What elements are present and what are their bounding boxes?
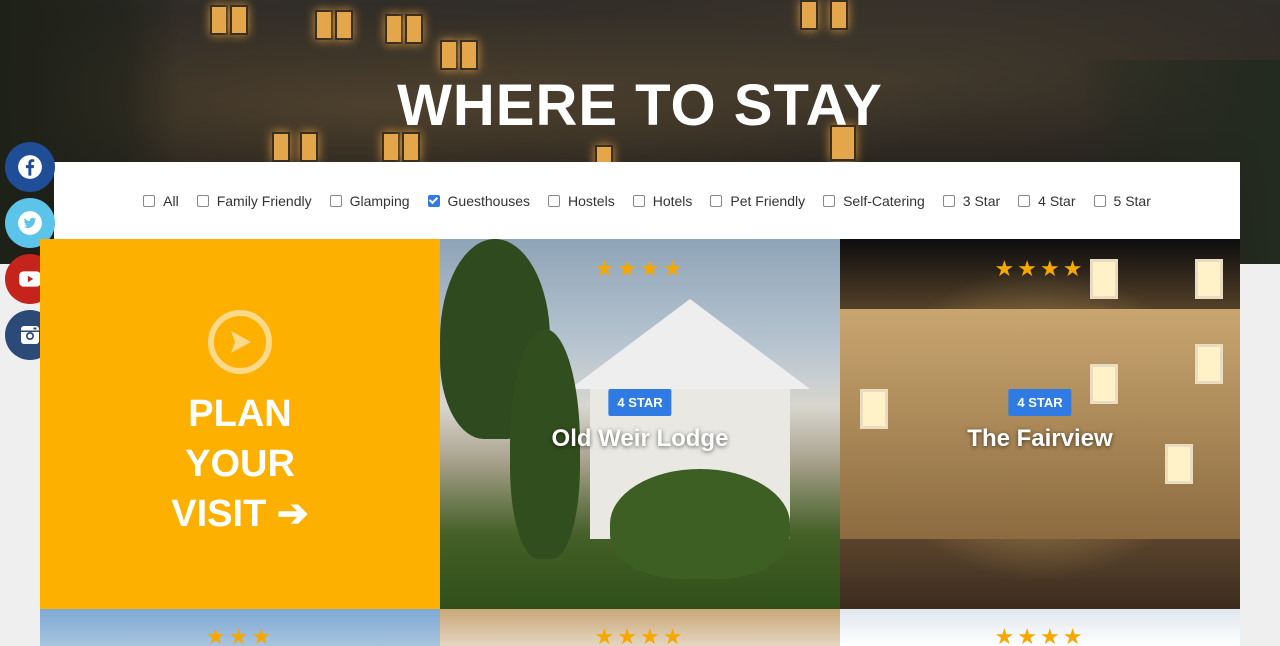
star-rating: ★★★★ bbox=[994, 625, 1086, 646]
star-badge: 4 STAR bbox=[608, 389, 672, 416]
filter-checkbox[interactable] bbox=[1093, 194, 1106, 207]
accommodation-card[interactable]: ★★★★ bbox=[440, 609, 840, 646]
filter-label: Hostels bbox=[568, 192, 615, 209]
filter-guesthouses[interactable]: Guesthouses bbox=[427, 192, 531, 209]
filter-checkbox[interactable] bbox=[823, 194, 836, 207]
star-rating: ★★★ bbox=[205, 625, 275, 646]
filter-family-friendly[interactable]: Family Friendly bbox=[196, 192, 312, 209]
arrow-right-icon: ➔ bbox=[276, 493, 309, 535]
card-title[interactable]: The Fairview bbox=[840, 425, 1240, 453]
facebook-link[interactable] bbox=[5, 142, 55, 192]
filter-label: Self-Catering bbox=[843, 192, 925, 209]
filter-checkbox[interactable] bbox=[143, 194, 156, 207]
accommodation-card[interactable]: ★★★★ bbox=[840, 609, 1240, 646]
filter-self-catering[interactable]: Self-Catering bbox=[823, 193, 925, 209]
filter-glamping[interactable]: Glamping bbox=[329, 192, 410, 209]
plan-visit-text: VISIT bbox=[171, 493, 267, 535]
filter-bar: All Family Friendly Glamping Guesthouses Hos… bbox=[54, 162, 1240, 239]
plan-line-2: YOUR bbox=[185, 443, 295, 485]
building-window bbox=[1090, 364, 1118, 404]
hero-window bbox=[210, 5, 228, 35]
building-window bbox=[1195, 344, 1223, 384]
star-badge: 4 STAR bbox=[1008, 389, 1072, 416]
star-rating: ★★★★ bbox=[594, 257, 686, 282]
filter-all[interactable]: All bbox=[143, 193, 179, 209]
filter-checkbox[interactable] bbox=[942, 194, 955, 207]
hero-window bbox=[440, 40, 458, 70]
hero-window bbox=[800, 0, 818, 30]
filter-4-star[interactable]: 4 Star bbox=[1018, 192, 1076, 209]
filter-label: All bbox=[163, 192, 179, 209]
filter-checkbox[interactable] bbox=[710, 194, 723, 207]
hero-window bbox=[315, 10, 333, 40]
filter-checkbox[interactable] bbox=[196, 194, 209, 207]
accommodation-card[interactable]: ★★★ bbox=[40, 609, 440, 646]
hero-window bbox=[335, 10, 353, 40]
building-window bbox=[860, 389, 888, 429]
plan-your-visit-tile[interactable]: PLAN YOUR VISIT ➔ bbox=[40, 239, 440, 609]
tree bbox=[610, 469, 790, 579]
filter-label: Hotels bbox=[652, 192, 693, 209]
filter-checkbox[interactable] bbox=[1018, 194, 1031, 207]
hero-window bbox=[405, 14, 423, 44]
filter-label: Family Friendly bbox=[216, 192, 312, 209]
filter-checkbox[interactable] bbox=[548, 194, 561, 207]
page-title: WHERE TO STAY bbox=[397, 73, 883, 138]
filter-hotels[interactable]: Hotels bbox=[632, 192, 693, 209]
hero-window bbox=[830, 0, 848, 30]
filter-checkbox[interactable] bbox=[632, 194, 645, 207]
accommodation-card[interactable]: ★★★★ 4 STAR The Fairview bbox=[840, 239, 1240, 609]
filter-label: 4 Star bbox=[1038, 192, 1076, 209]
filter-hostels[interactable]: Hostels bbox=[548, 193, 615, 209]
star-rating: ★★★★ bbox=[594, 625, 686, 646]
filter-5-star[interactable]: 5 Star bbox=[1093, 192, 1151, 209]
filter-label: 3 Star bbox=[962, 192, 1001, 209]
hotel-building bbox=[840, 309, 1240, 539]
filter-pet-friendly[interactable]: Pet Friendly bbox=[710, 193, 805, 209]
filter-label: Guesthouses bbox=[447, 192, 531, 209]
accommodation-card[interactable]: ★★★★ 4 STAR Old Weir Lodge bbox=[440, 239, 840, 609]
facebook-icon bbox=[18, 155, 42, 179]
filter-label: Glamping bbox=[349, 192, 410, 209]
hero-window bbox=[230, 5, 248, 35]
filter-checkbox[interactable] bbox=[329, 194, 342, 207]
hero-window bbox=[460, 40, 478, 70]
filter-label: Pet Friendly bbox=[730, 192, 806, 209]
compass-icon bbox=[208, 310, 272, 374]
twitter-icon bbox=[18, 211, 42, 235]
filter-label: 5 Star bbox=[1113, 192, 1151, 209]
hero-window bbox=[385, 14, 403, 44]
card-title[interactable]: Old Weir Lodge bbox=[440, 425, 840, 453]
plan-line-3: VISIT ➔ bbox=[171, 489, 308, 539]
plan-line-1: PLAN bbox=[188, 393, 292, 435]
instagram-icon bbox=[21, 326, 39, 344]
house-roof bbox=[570, 299, 810, 389]
filter-3-star[interactable]: 3 Star bbox=[942, 192, 1001, 209]
filter-checkbox[interactable] bbox=[427, 194, 440, 207]
star-rating: ★★★★ bbox=[994, 257, 1086, 282]
